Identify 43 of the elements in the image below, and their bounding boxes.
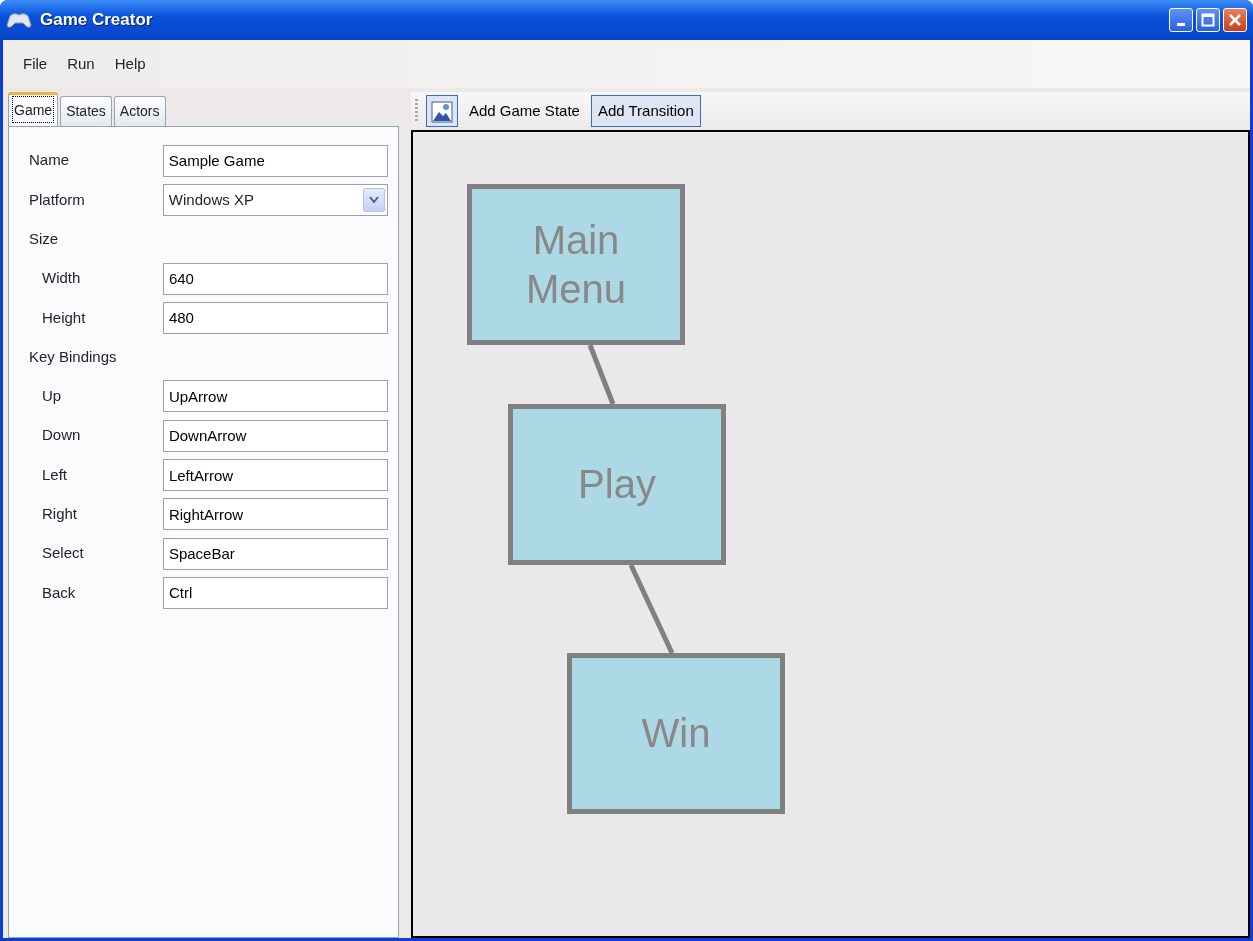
menu-item[interactable]: Run xyxy=(57,50,105,78)
tab[interactable]: Actors xyxy=(113,96,166,126)
field-label: Select xyxy=(42,543,85,564)
maximize-button[interactable] xyxy=(1196,8,1220,32)
input-field[interactable]: SpaceBar xyxy=(162,537,388,570)
field-label: Width xyxy=(42,268,82,289)
tab[interactable]: Game xyxy=(8,92,59,127)
input-field[interactable]: 640 xyxy=(162,262,388,295)
toolbar-button[interactable]: Add Transition xyxy=(590,95,701,127)
field-label: Right xyxy=(42,504,79,525)
minimize-icon xyxy=(1177,23,1185,26)
picture-icon-button[interactable] xyxy=(426,95,458,127)
toolbar-grip[interactable] xyxy=(415,99,418,123)
gamepad-icon xyxy=(6,10,32,30)
input-field[interactable]: DownArrow xyxy=(162,419,388,452)
field-label: Height xyxy=(42,307,87,328)
toolbar-button[interactable]: Add Game State xyxy=(462,95,587,127)
window-title: Game Creator xyxy=(40,9,153,32)
group-label: Size xyxy=(29,229,60,249)
field-label: Down xyxy=(42,425,82,446)
menu-item[interactable]: File xyxy=(13,50,58,78)
dropdown-field[interactable]: Windows XP xyxy=(162,183,388,216)
field-label: Name xyxy=(29,150,70,171)
chevron-down-icon xyxy=(369,195,379,204)
menu-item[interactable]: Help xyxy=(104,50,156,78)
input-field[interactable]: UpArrow xyxy=(162,380,388,413)
field-label: Back xyxy=(42,582,77,603)
tab[interactable]: States xyxy=(60,96,112,126)
group-label: Key Bindings xyxy=(29,346,118,367)
maximize-icon xyxy=(1201,13,1215,27)
close-icon xyxy=(1228,13,1242,27)
field-label: Platform xyxy=(29,189,86,210)
field-label: Up xyxy=(42,386,63,407)
input-field[interactable]: Sample Game xyxy=(162,144,388,177)
minimize-button[interactable] xyxy=(1169,8,1193,32)
input-field[interactable]: 480 xyxy=(162,301,388,334)
input-field[interactable]: RightArrow xyxy=(162,498,388,531)
field-label: Left xyxy=(42,464,69,485)
input-field[interactable]: Ctrl xyxy=(162,576,388,609)
input-field[interactable]: LeftArrow xyxy=(162,459,388,491)
dropdown-button[interactable] xyxy=(363,187,385,212)
transition-line xyxy=(587,344,616,405)
close-button[interactable] xyxy=(1223,8,1247,32)
